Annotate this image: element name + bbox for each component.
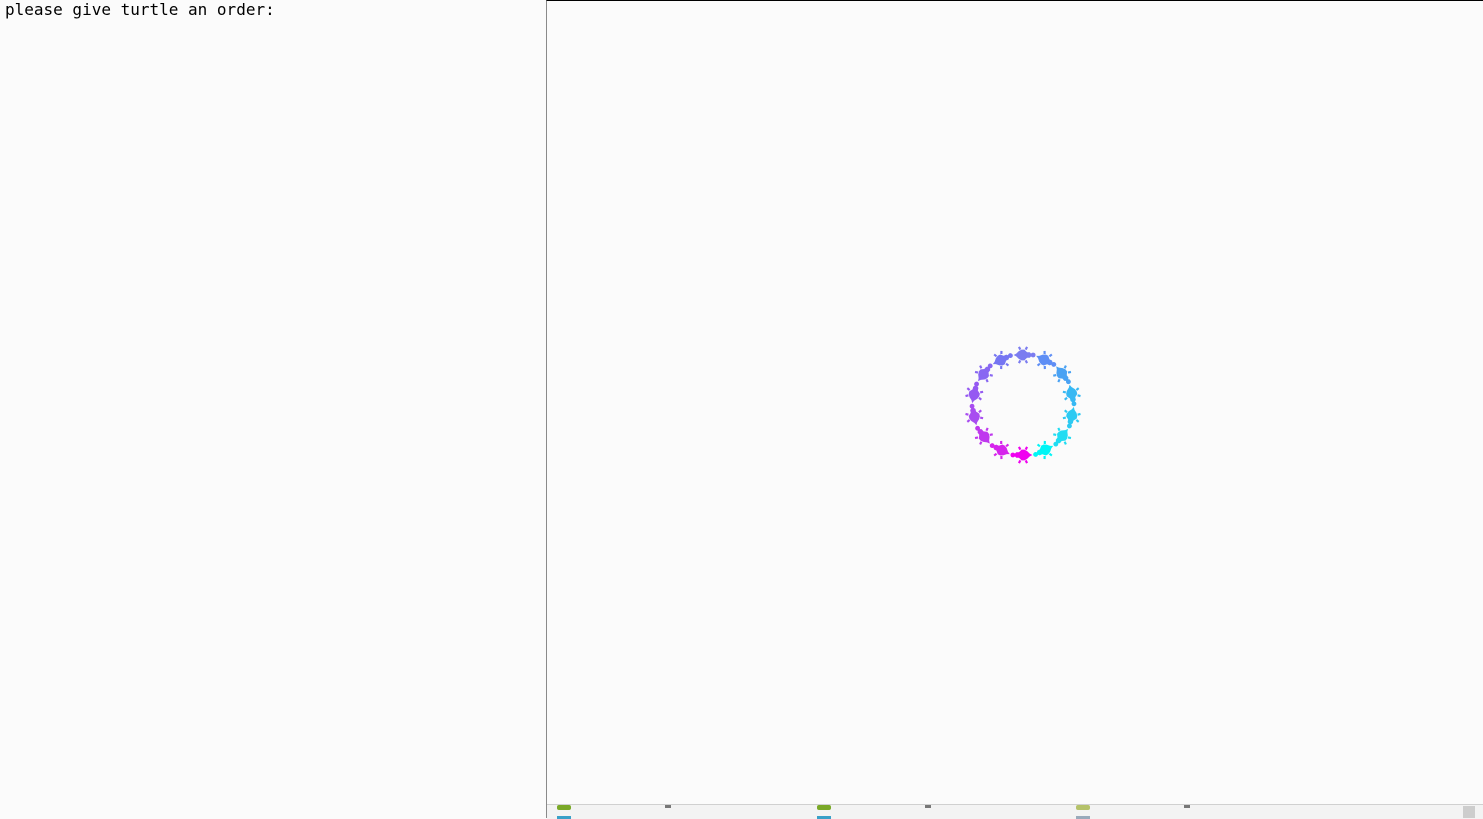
console-prompt: please give turtle an order:	[5, 0, 275, 19]
turtle-icon	[1013, 346, 1036, 364]
turtle-icon	[1062, 384, 1081, 407]
turtle-canvas	[965, 346, 1081, 464]
console-panel[interactable]: please give turtle an order:	[0, 0, 546, 818]
turtle-graphics-window	[546, 0, 1483, 819]
turtle-app-icon[interactable]	[815, 805, 931, 819]
turtle-icon	[1033, 440, 1054, 460]
turtle-icon	[1036, 350, 1057, 370]
turtle-icon	[965, 403, 984, 426]
turtle-icon	[989, 440, 1010, 460]
taskbar-strip	[547, 804, 1483, 819]
turtle-app-icon[interactable]	[1074, 805, 1190, 819]
turtle-icon	[1010, 446, 1033, 464]
turtle-icon	[965, 381, 984, 404]
scrollbar-corner[interactable]	[1463, 806, 1475, 818]
turtle-app-icon[interactable]	[555, 805, 671, 819]
turtle-icon	[992, 350, 1013, 370]
turtle-icon	[1062, 406, 1081, 429]
